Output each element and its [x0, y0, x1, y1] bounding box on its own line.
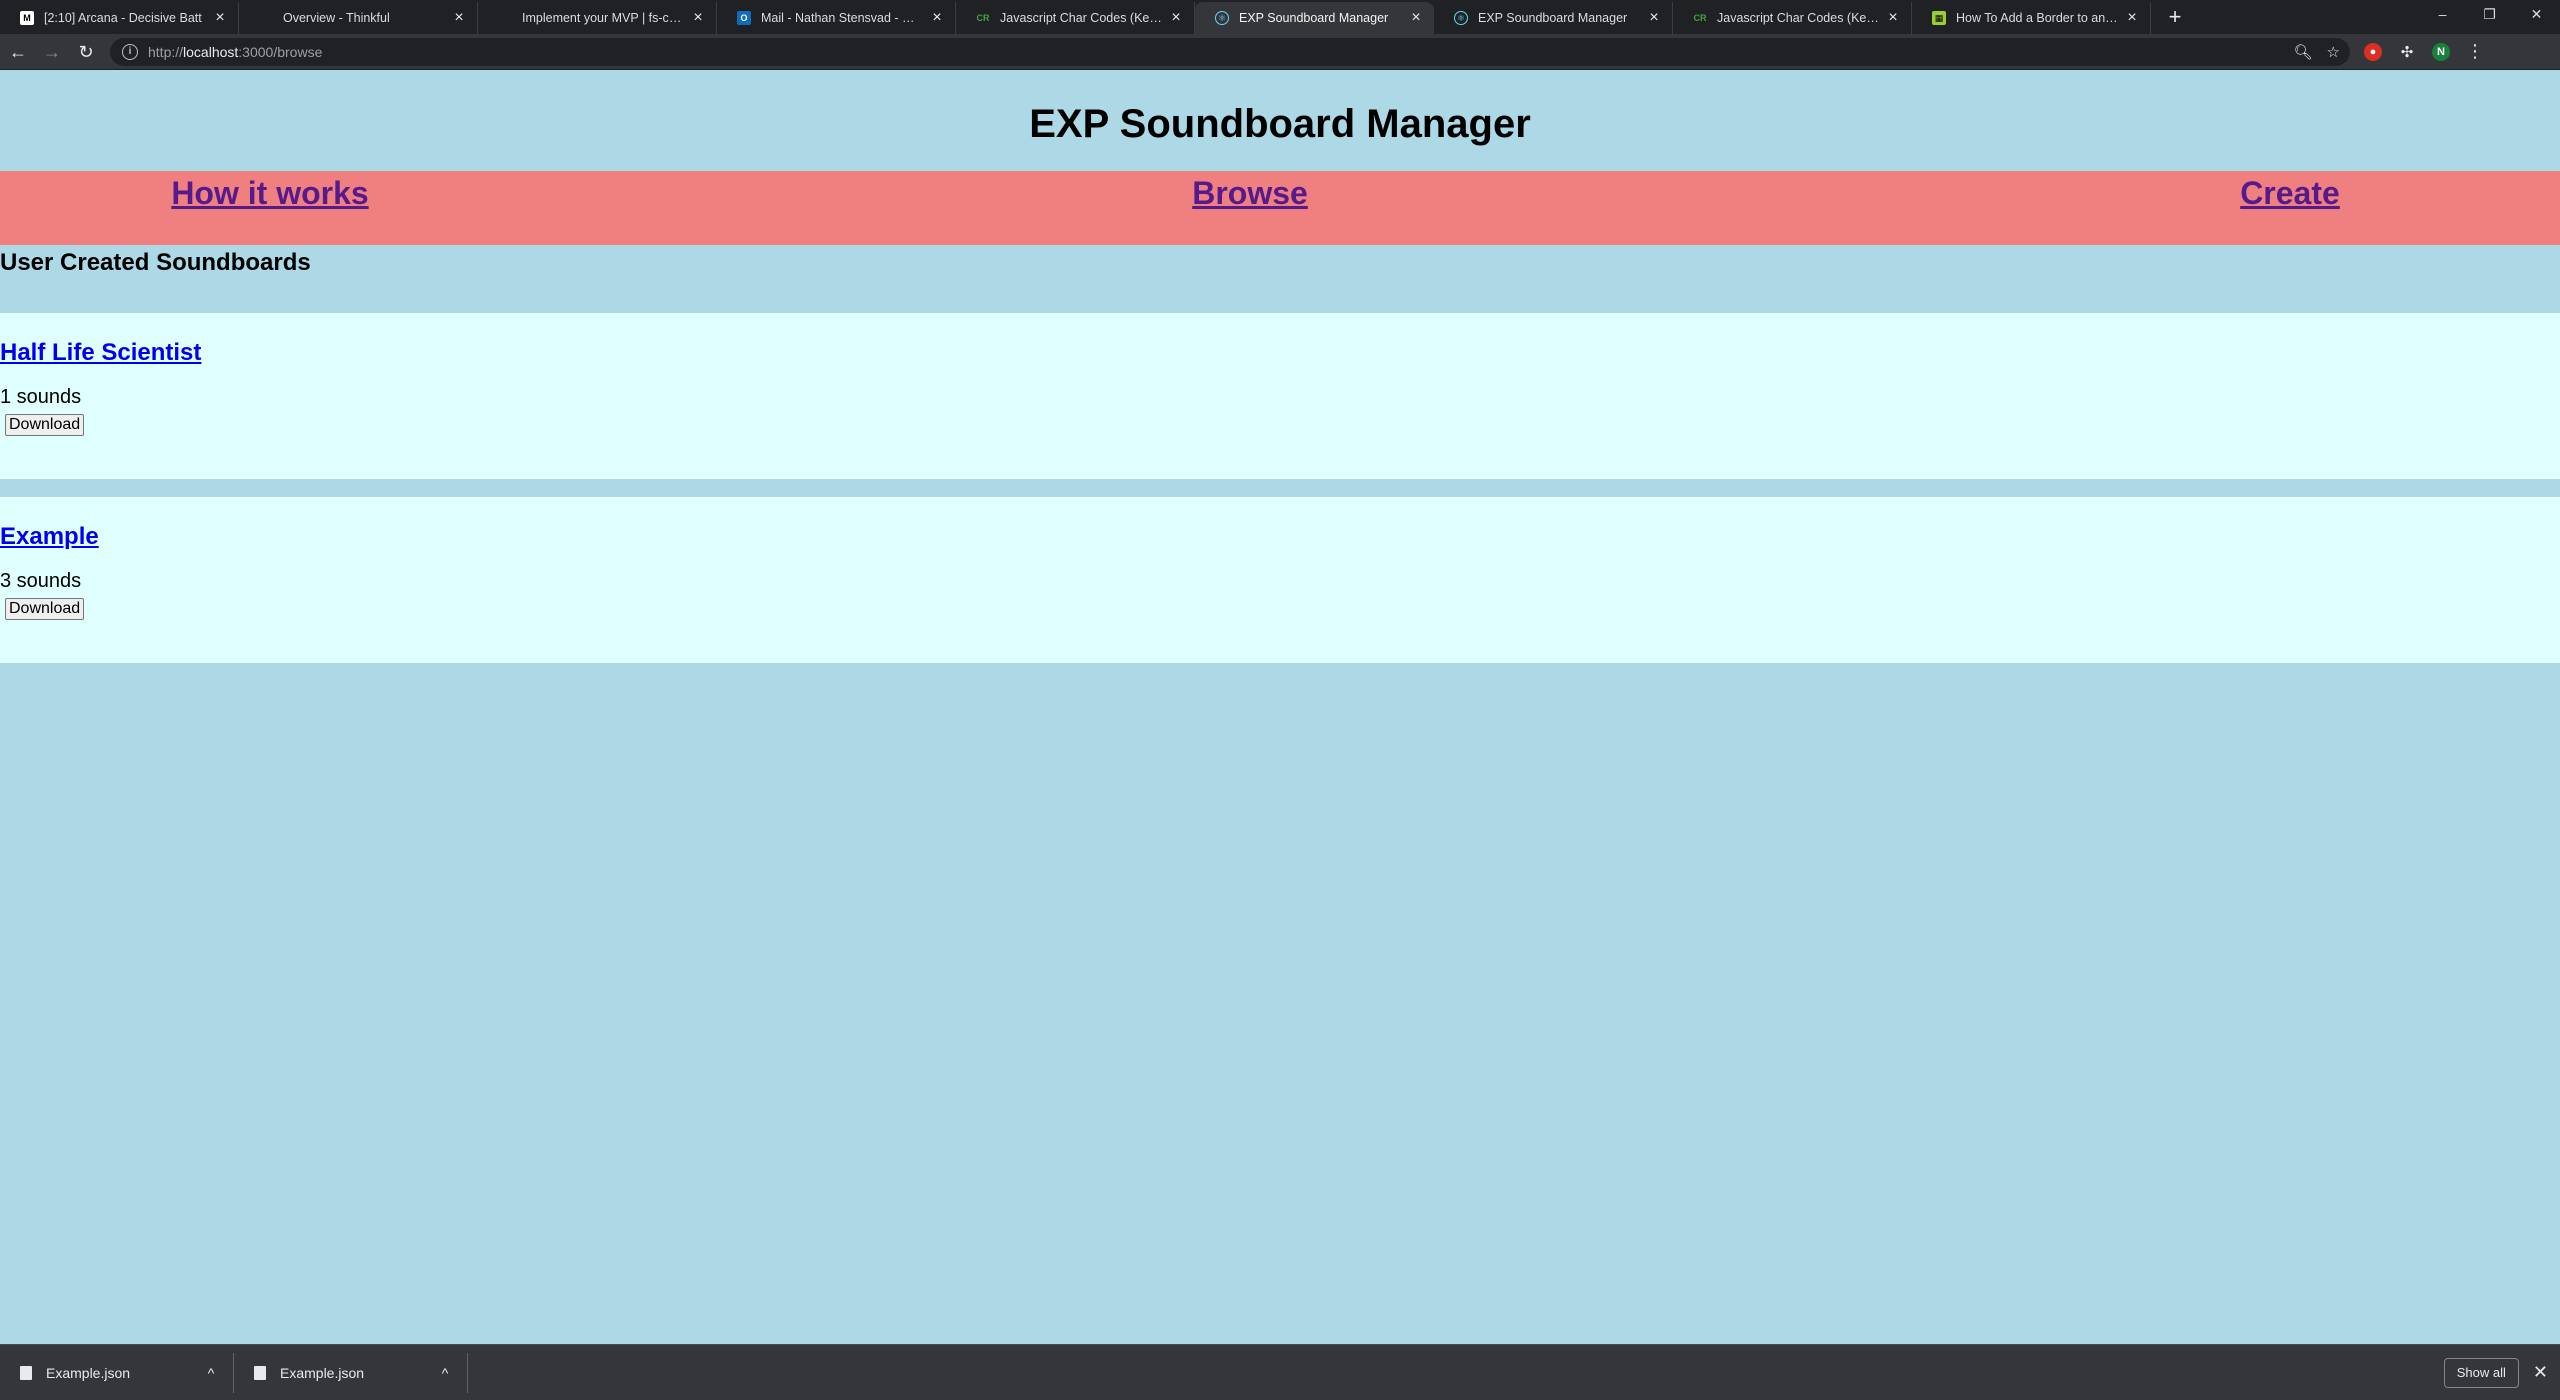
forward-arrow-icon[interactable]: →	[36, 36, 68, 68]
download-button[interactable]: Download	[5, 598, 85, 620]
download-button[interactable]: Download	[5, 414, 85, 436]
thinkful-favicon-icon	[259, 11, 273, 25]
nav-link-browse[interactable]: Browse	[1192, 175, 1308, 212]
site-title: EXP Soundboard Manager	[1029, 102, 1531, 146]
close-icon[interactable]: ×	[1168, 10, 1184, 26]
tab-title: Implement your MVP | fs-capsto	[522, 11, 684, 25]
menu-kebab-icon[interactable]: ⋮	[2466, 41, 2484, 62]
url-path: :3000/browse	[238, 43, 323, 60]
section-heading: User Created Soundboards	[0, 249, 311, 276]
tab-thinkful[interactable]: Overview - Thinkful ×	[239, 2, 478, 34]
close-shelf-icon[interactable]: ✕	[2533, 1362, 2548, 1383]
site-info-icon[interactable]: i	[122, 43, 138, 60]
codereview-favicon-icon: CR	[976, 13, 990, 23]
tab-github[interactable]: Implement your MVP | fs-capsto ×	[478, 2, 717, 34]
close-icon[interactable]: ×	[212, 10, 228, 26]
zoom-icon[interactable]: 🔍︎	[2294, 43, 2313, 61]
browser-toolbar: ← → ↻ i http://localhost:3000/browse 🔍︎ …	[0, 34, 2560, 70]
file-icon	[20, 1365, 32, 1380]
react-favicon-icon: ⚛	[1454, 11, 1468, 25]
url-host: localhost	[183, 43, 239, 60]
tab-title: EXP Soundboard Manager	[1239, 11, 1389, 25]
tab-arcana[interactable]: M [2:10] Arcana - Decisive Batt ×	[0, 2, 239, 34]
tab-soundboard-active[interactable]: ⚛ EXP Soundboard Manager ×	[1195, 2, 1434, 34]
download-file-name: Example.json	[46, 1364, 131, 1381]
soundboard-title-link[interactable]: Example	[0, 523, 99, 550]
outlook-favicon-icon: O	[737, 11, 751, 25]
reload-icon[interactable]: ↻	[70, 36, 102, 68]
codereview-favicon-icon: CR	[1693, 13, 1707, 23]
close-icon[interactable]: ×	[929, 10, 945, 26]
github-favicon-icon	[498, 11, 512, 25]
page-content: EXP Soundboard Manager How it works Brow…	[0, 71, 2560, 1344]
card-gap	[0, 479, 2560, 497]
window-controls: – ❐ ✕	[2419, 0, 2560, 30]
window-close-icon[interactable]: ✕	[2513, 0, 2560, 30]
file-icon	[254, 1365, 266, 1380]
tab-title: Overview - Thinkful	[283, 11, 390, 25]
react-favicon-icon: ⚛	[1215, 11, 1229, 25]
close-icon[interactable]: ×	[451, 10, 467, 26]
tab-outlook[interactable]: O Mail - Nathan Stensvad - Outlo ×	[717, 2, 956, 34]
tab-char-codes-2[interactable]: CR Javascript Char Codes (Key Code ×	[1673, 2, 1912, 34]
nav-link-create[interactable]: Create	[2240, 175, 2340, 212]
tab-title: [2:10] Arcana - Decisive Batt	[44, 11, 202, 25]
back-arrow-icon[interactable]: ←	[2, 36, 34, 68]
bookmark-star-icon[interactable]: ☆	[2327, 43, 2340, 61]
tab-title: Javascript Char Codes (Key Code	[1717, 11, 1879, 25]
new-tab-plus-icon[interactable]: +	[2161, 4, 2189, 32]
tab-title: How To Add a Border to an Imag	[1956, 11, 2118, 25]
tab-strip: M [2:10] Arcana - Decisive Batt × Overvi…	[0, 0, 2560, 34]
close-icon[interactable]: ×	[1646, 10, 1662, 26]
profile-avatar[interactable]: N	[2432, 42, 2450, 61]
extension-red-icon[interactable]: ●	[2364, 42, 2382, 61]
soundboard-card: Half Life Scientist 1 sounds Download	[0, 313, 2560, 479]
download-item[interactable]: Example.json ^	[0, 1352, 234, 1393]
extensions-puzzle-icon[interactable]: ✣	[2398, 43, 2416, 61]
tab-border-image[interactable]: ▦ How To Add a Border to an Imag ×	[1912, 2, 2151, 34]
soundboard-card: Example 3 sounds Download	[0, 497, 2560, 663]
tab-title: EXP Soundboard Manager	[1478, 11, 1628, 25]
tab-char-codes[interactable]: CR Javascript Char Codes (Key Code ×	[956, 2, 1195, 34]
site-favicon-icon: ▦	[1932, 11, 1946, 25]
tab-soundboard[interactable]: ⚛ EXP Soundboard Manager ×	[1434, 2, 1673, 34]
nav-cell-create: Create	[1520, 175, 2560, 212]
close-icon[interactable]: ×	[1408, 10, 1424, 26]
chevron-up-icon[interactable]: ^	[435, 1365, 455, 1381]
tab-title: Mail - Nathan Stensvad - Outlo	[761, 11, 923, 25]
nav-link-how-it-works[interactable]: How it works	[171, 175, 368, 212]
nav-cell-how: How it works	[0, 175, 890, 212]
chevron-up-icon[interactable]: ^	[201, 1365, 221, 1381]
sound-count: 1 sounds	[0, 386, 82, 408]
address-bar[interactable]: i http://localhost:3000/browse 🔍︎ ☆	[110, 37, 2350, 66]
main-nav: How it works Browse Create	[0, 171, 2560, 245]
close-icon[interactable]: ×	[690, 10, 706, 26]
restore-icon[interactable]: ❐	[2466, 0, 2513, 30]
tab-title: Javascript Char Codes (Key Code	[1000, 11, 1162, 25]
close-icon[interactable]: ×	[1885, 10, 1901, 26]
minimize-icon[interactable]: –	[2419, 0, 2466, 30]
download-file-name: Example.json	[280, 1364, 365, 1381]
show-all-button[interactable]: Show all	[2443, 1357, 2519, 1388]
soundboard-title-link[interactable]: Half Life Scientist	[0, 339, 201, 366]
download-item[interactable]: Example.json ^	[234, 1352, 468, 1393]
close-icon[interactable]: ×	[2124, 10, 2140, 26]
arcana-favicon-icon: M	[20, 11, 34, 25]
nav-cell-browse: Browse	[890, 175, 1520, 212]
downloads-shelf: Example.json ^ Example.json ^ Show all ✕	[0, 1344, 2560, 1400]
url-scheme: http://	[148, 43, 184, 60]
sound-count: 3 sounds	[0, 570, 82, 592]
